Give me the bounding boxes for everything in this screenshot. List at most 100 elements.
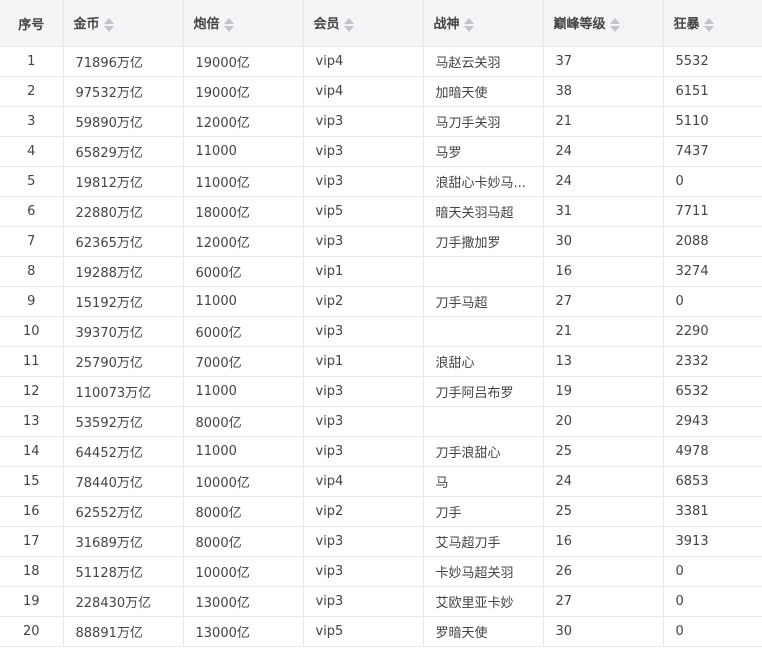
column-header-label: 会员 — [313, 17, 340, 33]
cell-membership: vip4 — [303, 466, 424, 497]
cell-rampage: 7437 — [663, 136, 762, 167]
cell-membership: vip1 — [303, 256, 424, 287]
cell-cannon-multiplier: 11000 — [183, 436, 304, 467]
cell-membership: vip4 — [303, 46, 424, 77]
cell-gold: 228430万亿 — [63, 586, 184, 617]
column-header-label: 战神 — [433, 17, 460, 33]
cell-index: 6 — [0, 196, 64, 227]
cell-membership: vip3 — [303, 436, 424, 467]
sort-ascending-icon[interactable] — [223, 17, 234, 24]
cell-membership: vip3 — [303, 166, 424, 197]
table-row: 18 51128万亿 10000亿 vip3 卡妙马超关羽 26 0 — [0, 556, 762, 587]
cell-index: 9 — [0, 286, 64, 317]
sort-descending-icon[interactable] — [223, 25, 234, 32]
cell-peak-level: 19 — [543, 376, 664, 407]
sort-descending-icon[interactable] — [609, 25, 620, 32]
cell-peak-level: 27 — [543, 286, 664, 317]
sort-ascending-icon[interactable] — [343, 17, 354, 24]
table-row: 1 71896万亿 19000亿 vip4 马赵云关羽 37 5532 — [0, 46, 762, 77]
cell-rampage: 5532 — [663, 46, 762, 77]
cell-war-god: 加暗天使 — [423, 76, 544, 107]
cell-membership: vip3 — [303, 316, 424, 347]
sort-icon[interactable] — [609, 17, 620, 33]
sort-descending-icon[interactable] — [463, 25, 474, 32]
cell-cannon-multiplier: 13000亿 — [183, 586, 304, 617]
cell-peak-level: 30 — [543, 616, 664, 647]
sort-icon[interactable] — [103, 17, 114, 33]
table-row: 8 19288万亿 6000亿 vip1 16 3274 — [0, 256, 762, 287]
cell-peak-level: 21 — [543, 316, 664, 347]
sort-descending-icon[interactable] — [103, 25, 114, 32]
cell-gold: 19288万亿 — [63, 256, 184, 287]
column-header-label: 炮倍 — [193, 17, 220, 33]
column-header-peak-level[interactable]: 巅峰等级 — [543, 0, 664, 47]
cell-peak-level: 26 — [543, 556, 664, 587]
cell-gold: 15192万亿 — [63, 286, 184, 317]
cell-index: 10 — [0, 316, 64, 347]
cell-war-god — [423, 406, 544, 437]
cell-cannon-multiplier: 8000亿 — [183, 496, 304, 527]
sort-ascending-icon[interactable] — [463, 17, 474, 24]
cell-peak-level: 38 — [543, 76, 664, 107]
cell-rampage: 5110 — [663, 106, 762, 137]
sort-descending-icon[interactable] — [703, 25, 714, 32]
column-header-cannon-multiplier[interactable]: 炮倍 — [183, 0, 304, 47]
cell-gold: 25790万亿 — [63, 346, 184, 377]
table-row: 20 88891万亿 13000亿 vip5 罗暗天使 30 0 — [0, 616, 762, 647]
cell-cannon-multiplier: 8000亿 — [183, 526, 304, 557]
sort-icon[interactable] — [703, 17, 714, 33]
sort-ascending-icon[interactable] — [103, 17, 114, 24]
cell-index: 17 — [0, 526, 64, 557]
table-row: 4 65829万亿 11000 vip3 马罗 24 7437 — [0, 136, 762, 167]
cell-rampage: 4978 — [663, 436, 762, 467]
column-header-rampage[interactable]: 狂暴 — [663, 0, 762, 47]
cell-index: 1 — [0, 46, 64, 77]
sort-descending-icon[interactable] — [343, 25, 354, 32]
cell-war-god: 暗天关羽马超 — [423, 196, 544, 227]
cell-peak-level: 25 — [543, 496, 664, 527]
table-header: 序号 金币 炮倍 会员 战神 巅峰等级 狂暴 — [0, 0, 762, 47]
cell-peak-level: 24 — [543, 166, 664, 197]
sort-icon[interactable] — [463, 17, 474, 33]
cell-index: 15 — [0, 466, 64, 497]
cell-war-god: 艾欧里亚卡妙 — [423, 586, 544, 617]
sort-ascending-icon[interactable] — [703, 17, 714, 24]
cell-index: 4 — [0, 136, 64, 167]
cell-war-god: 马赵云关羽 — [423, 46, 544, 77]
cell-index: 12 — [0, 376, 64, 407]
sort-icon[interactable] — [343, 17, 354, 33]
cell-membership: vip2 — [303, 286, 424, 317]
cell-membership: vip3 — [303, 586, 424, 617]
cell-cannon-multiplier: 8000亿 — [183, 406, 304, 437]
cell-index: 2 — [0, 76, 64, 107]
cell-peak-level: 25 — [543, 436, 664, 467]
cell-peak-level: 27 — [543, 586, 664, 617]
cell-war-god: 艾马超刀手 — [423, 526, 544, 557]
cell-gold: 53592万亿 — [63, 406, 184, 437]
column-header-membership[interactable]: 会员 — [303, 0, 424, 47]
cell-war-god — [423, 316, 544, 347]
cell-cannon-multiplier: 19000亿 — [183, 46, 304, 77]
cell-membership: vip5 — [303, 196, 424, 227]
cell-rampage: 0 — [663, 616, 762, 647]
table-body: 1 71896万亿 19000亿 vip4 马赵云关羽 37 5532 2 97532万亿 190… — [0, 46, 762, 647]
cell-index: 5 — [0, 166, 64, 197]
cell-index: 14 — [0, 436, 64, 467]
table-row: 16 62552万亿 8000亿 vip2 刀手 25 3381 — [0, 496, 762, 527]
column-header-war-god[interactable]: 战神 — [423, 0, 544, 47]
cell-cannon-multiplier: 19000亿 — [183, 76, 304, 107]
cell-rampage: 6151 — [663, 76, 762, 107]
sort-ascending-icon[interactable] — [609, 17, 620, 24]
table-row: 17 31689万亿 8000亿 vip3 艾马超刀手 16 3913 — [0, 526, 762, 557]
column-header-gold[interactable]: 金币 — [63, 0, 184, 47]
cell-membership: vip1 — [303, 346, 424, 377]
cell-membership: vip3 — [303, 406, 424, 437]
cell-war-god: 罗暗天使 — [423, 616, 544, 647]
cell-membership: vip3 — [303, 376, 424, 407]
cell-peak-level: 31 — [543, 196, 664, 227]
cell-rampage: 3913 — [663, 526, 762, 557]
cell-index: 20 — [0, 616, 64, 647]
table-row: 3 59890万亿 12000亿 vip3 马刀手关羽 21 5110 — [0, 106, 762, 137]
sort-icon[interactable] — [223, 17, 234, 33]
cell-cannon-multiplier: 11000亿 — [183, 166, 304, 197]
